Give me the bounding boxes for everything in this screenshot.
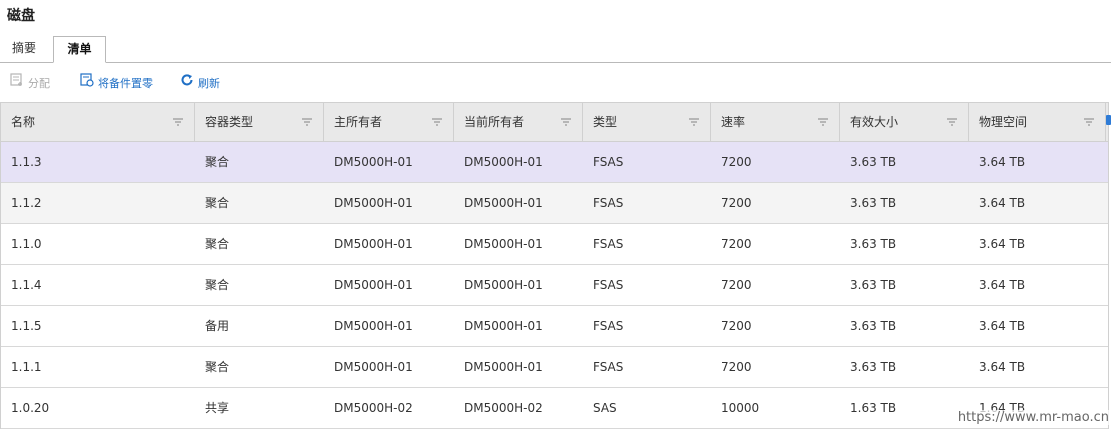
cell-type: FSAS	[593, 319, 624, 333]
cell-name: 1.1.5	[11, 319, 42, 333]
filter-icon[interactable]	[817, 117, 829, 127]
cell-home-owner: DM5000H-01	[334, 360, 413, 374]
column-header-home-owner[interactable]: 主所有者	[324, 103, 454, 141]
cell-container-type: 聚合	[205, 278, 230, 292]
cell-type: FSAS	[593, 278, 624, 292]
column-header-speed[interactable]: 速率	[711, 103, 840, 141]
assign-disk-icon	[10, 73, 24, 95]
cell-physical-space: 3.64 TB	[979, 155, 1026, 169]
cell-home-owner: DM5000H-01	[334, 155, 413, 169]
cell-home-owner: DM5000H-01	[334, 319, 413, 333]
cell-speed: 7200	[721, 155, 752, 169]
cell-home-owner: DM5000H-01	[334, 237, 413, 251]
cell-type: FSAS	[593, 155, 624, 169]
cell-home-owner: DM5000H-02	[334, 401, 413, 415]
cell-usable-size: 3.63 TB	[850, 360, 897, 374]
table-row[interactable]: 1.1.2 聚合 DM5000H-01 DM5000H-01 FSAS 7200…	[1, 183, 1108, 224]
cell-type: FSAS	[593, 360, 624, 374]
table-row[interactable]: 1.1.4 聚合 DM5000H-01 DM5000H-01 FSAS 7200…	[1, 265, 1108, 306]
zero-spares-icon	[80, 73, 94, 95]
column-scroll-indicator[interactable]	[1106, 115, 1111, 125]
refresh-label: 刷新	[198, 77, 220, 90]
column-header-current-owner[interactable]: 当前所有者	[454, 103, 583, 141]
cell-physical-space: 3.64 TB	[979, 278, 1026, 292]
cell-current-owner: DM5000H-02	[464, 401, 543, 415]
zero-spares-button[interactable]: 将备件置零	[80, 73, 153, 95]
column-header-name[interactable]: 名称	[1, 103, 195, 141]
cell-home-owner: DM5000H-01	[334, 278, 413, 292]
refresh-button[interactable]: 刷新	[180, 73, 220, 95]
table-row[interactable]: 1.1.0 聚合 DM5000H-01 DM5000H-01 FSAS 7200…	[1, 224, 1108, 265]
tab-summary[interactable]: 摘要	[0, 36, 48, 62]
tab-inventory[interactable]: 清单	[53, 36, 106, 63]
cell-speed: 7200	[721, 237, 752, 251]
cell-current-owner: DM5000H-01	[464, 278, 543, 292]
assign-button[interactable]: 分配	[10, 73, 50, 95]
filter-icon[interactable]	[431, 117, 443, 127]
assign-label: 分配	[28, 77, 50, 90]
cell-type: FSAS	[593, 237, 624, 251]
filter-icon[interactable]	[172, 117, 184, 127]
cell-container-type: 聚合	[205, 360, 230, 374]
cell-usable-size: 3.63 TB	[850, 237, 897, 251]
filter-icon[interactable]	[1083, 117, 1095, 127]
watermark: https://www.mr-mao.cn	[957, 410, 1109, 425]
table-row[interactable]: 1.1.1 聚合 DM5000H-01 DM5000H-01 FSAS 7200…	[1, 347, 1108, 388]
table-row[interactable]: 1.1.5 备用 DM5000H-01 DM5000H-01 FSAS 7200…	[1, 306, 1108, 347]
cell-physical-space: 3.64 TB	[979, 319, 1026, 333]
table-header: 名称 容器类型 主所有者 当前所有者 类型 速率 有效大小 物理空间	[1, 102, 1108, 142]
cell-speed: 10000	[721, 401, 760, 415]
cell-name: 1.1.4	[11, 278, 42, 292]
cell-speed: 7200	[721, 196, 752, 210]
table-row[interactable]: 1.1.3 聚合 DM5000H-01 DM5000H-01 FSAS 7200…	[1, 142, 1108, 183]
zero-spares-label: 将备件置零	[98, 77, 153, 90]
column-header-container-type[interactable]: 容器类型	[195, 103, 324, 141]
disk-table: 名称 容器类型 主所有者 当前所有者 类型 速率 有效大小 物理空间 1.1.3…	[0, 102, 1109, 429]
cell-usable-size: 1.63 TB	[850, 401, 897, 415]
column-header-physical-space[interactable]: 物理空间	[969, 103, 1106, 141]
column-header-type[interactable]: 类型	[583, 103, 711, 141]
cell-type: SAS	[593, 401, 617, 415]
cell-current-owner: DM5000H-01	[464, 360, 543, 374]
cell-name: 1.0.20	[11, 401, 50, 415]
cell-speed: 7200	[721, 360, 752, 374]
cell-usable-size: 3.63 TB	[850, 196, 897, 210]
column-header-usable-size[interactable]: 有效大小	[840, 103, 969, 141]
cell-speed: 7200	[721, 278, 752, 292]
cell-container-type: 聚合	[205, 237, 230, 251]
cell-name: 1.1.3	[11, 155, 42, 169]
cell-name: 1.1.2	[11, 196, 42, 210]
cell-current-owner: DM5000H-01	[464, 319, 543, 333]
cell-container-type: 备用	[205, 319, 230, 333]
cell-container-type: 聚合	[205, 155, 230, 169]
filter-icon[interactable]	[688, 117, 700, 127]
cell-container-type: 共享	[205, 401, 230, 415]
cell-physical-space: 3.64 TB	[979, 360, 1026, 374]
cell-type: FSAS	[593, 196, 624, 210]
cell-usable-size: 3.63 TB	[850, 319, 897, 333]
table-row[interactable]: 1.0.20 共享 DM5000H-02 DM5000H-02 SAS 1000…	[1, 388, 1108, 429]
cell-name: 1.1.1	[11, 360, 42, 374]
cell-usable-size: 3.63 TB	[850, 155, 897, 169]
cell-usable-size: 3.63 TB	[850, 278, 897, 292]
cell-physical-space: 3.64 TB	[979, 196, 1026, 210]
cell-home-owner: DM5000H-01	[334, 196, 413, 210]
page-title: 磁盘	[7, 8, 35, 24]
cell-current-owner: DM5000H-01	[464, 155, 543, 169]
tab-bar: 摘要 清单	[0, 36, 1111, 63]
cell-speed: 7200	[721, 319, 752, 333]
cell-current-owner: DM5000H-01	[464, 196, 543, 210]
cell-physical-space: 3.64 TB	[979, 237, 1026, 251]
cell-name: 1.1.0	[11, 237, 42, 251]
refresh-icon	[180, 73, 194, 95]
cell-current-owner: DM5000H-01	[464, 237, 543, 251]
toolbar: 分配 将备件置零 刷新	[0, 69, 1111, 99]
filter-icon[interactable]	[301, 117, 313, 127]
cell-container-type: 聚合	[205, 196, 230, 210]
filter-icon[interactable]	[946, 117, 958, 127]
filter-icon[interactable]	[560, 117, 572, 127]
